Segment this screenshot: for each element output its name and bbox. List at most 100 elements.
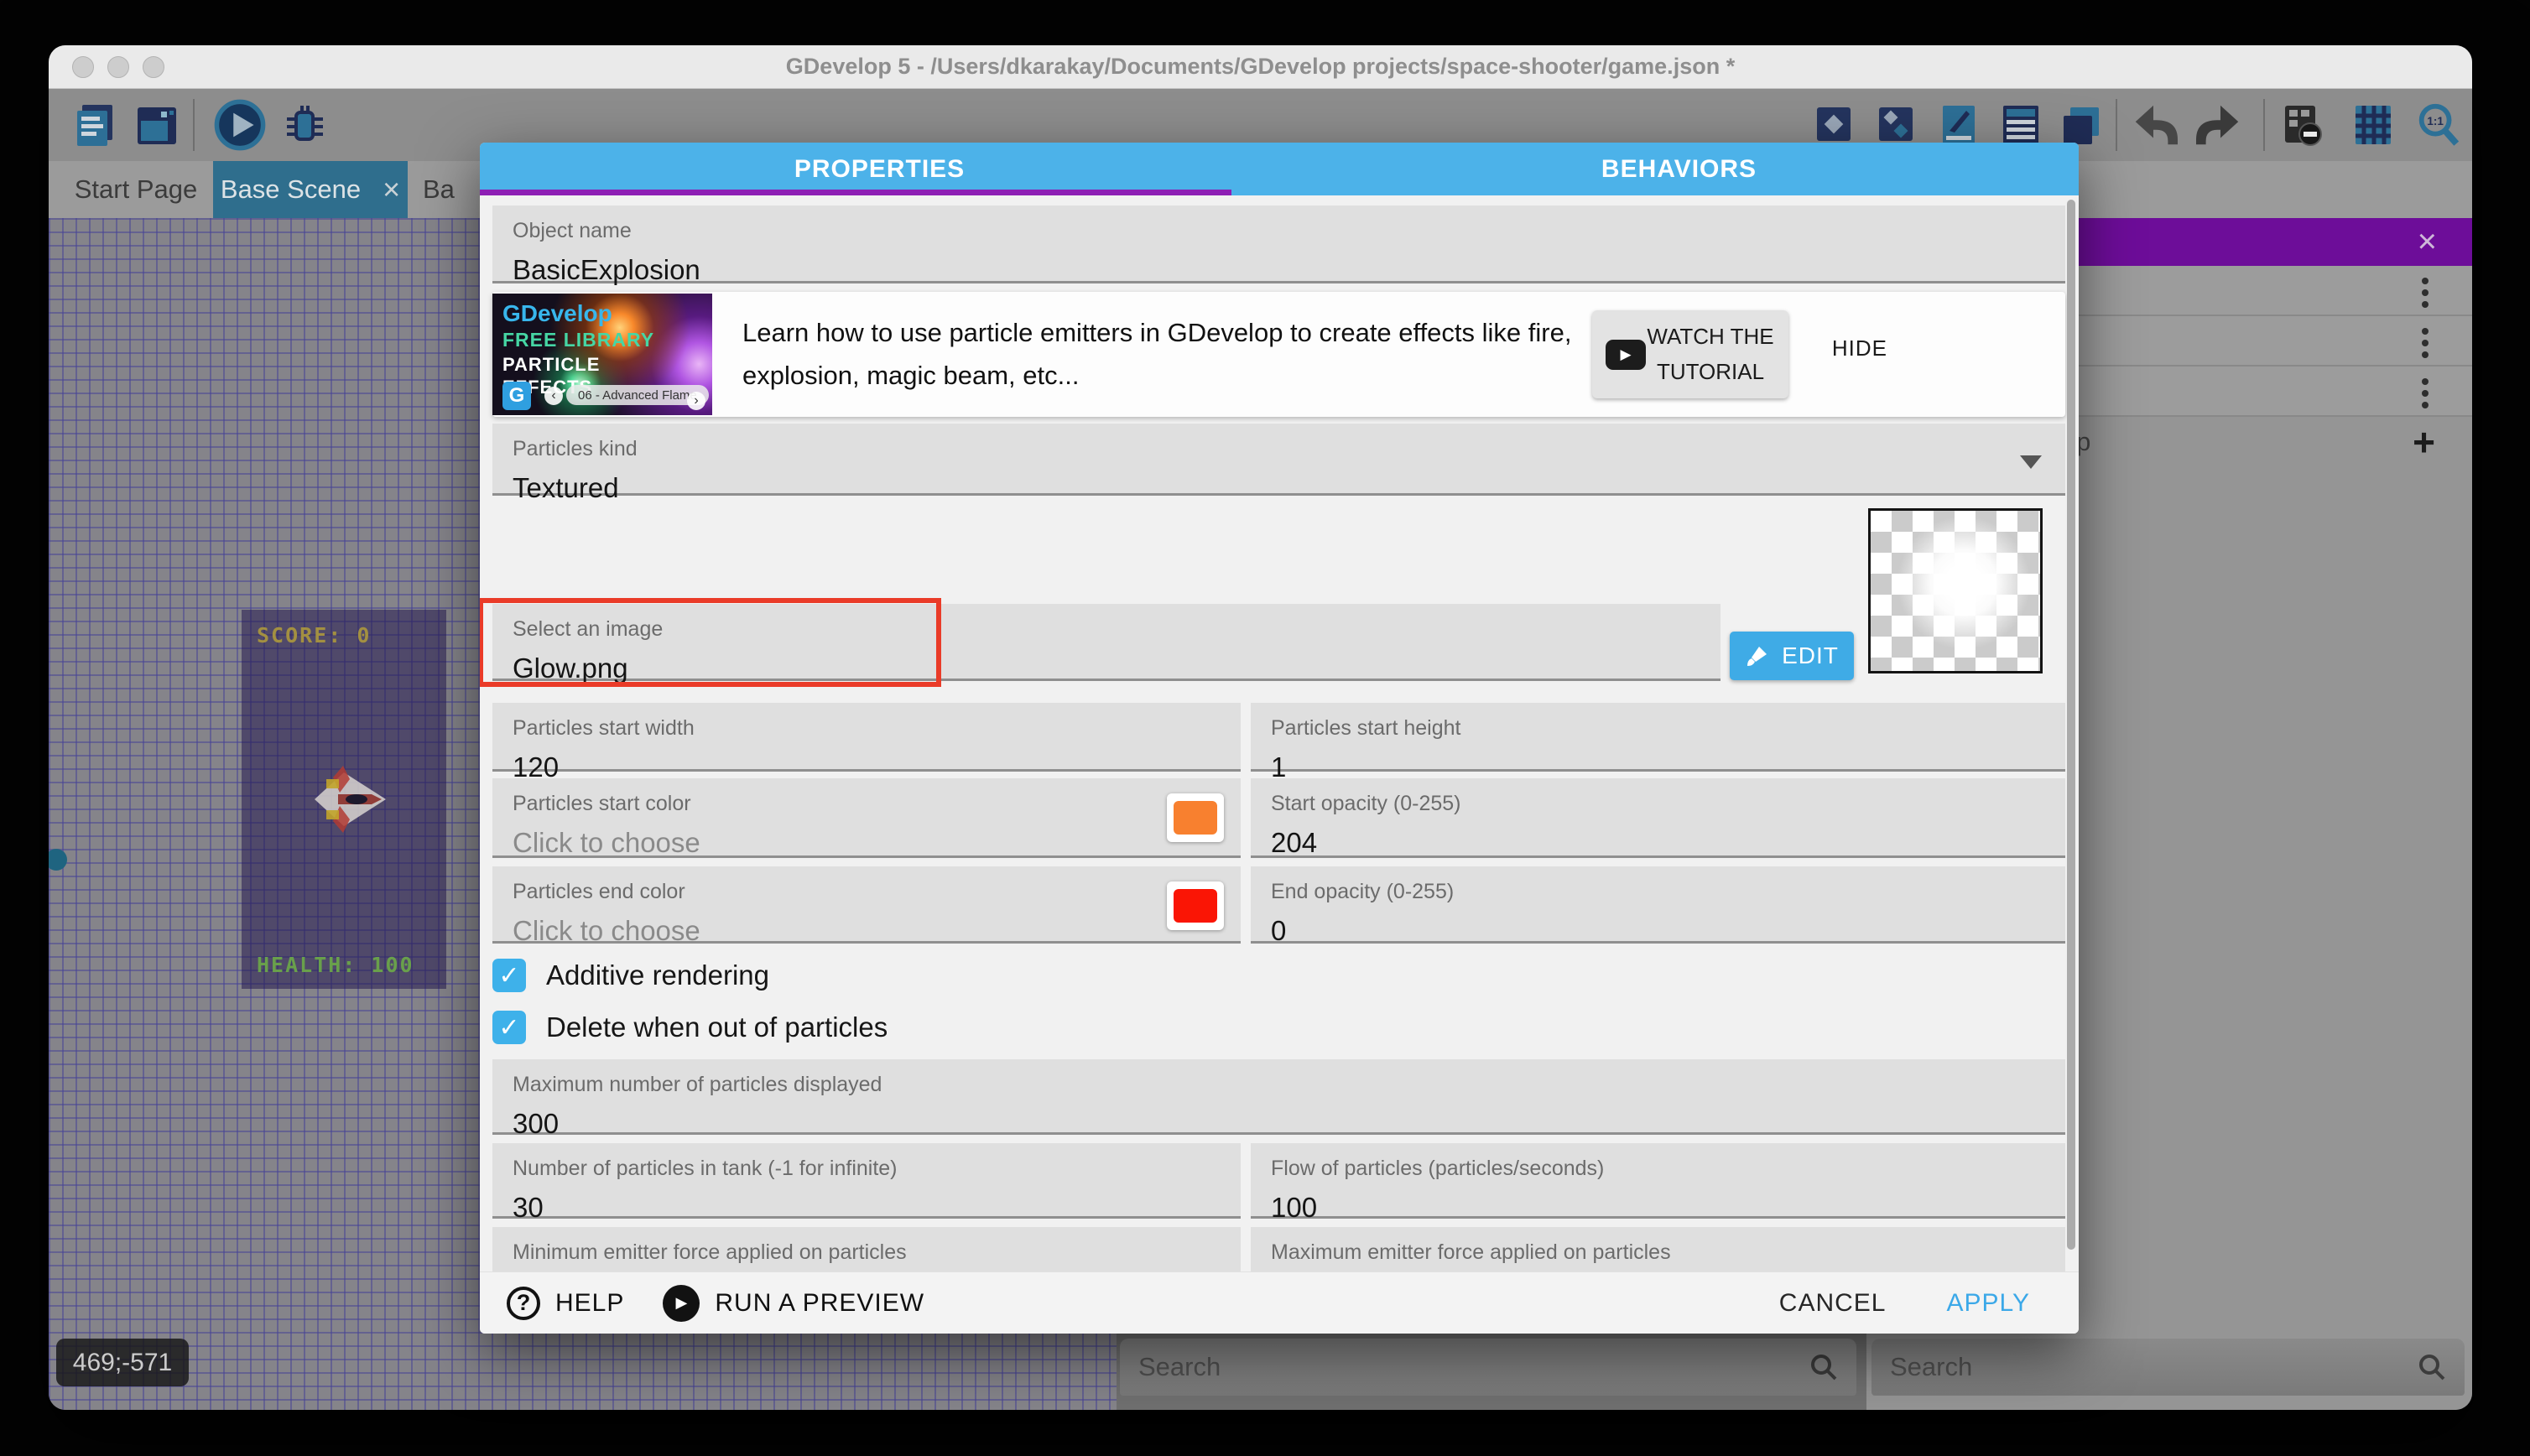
close-tab-icon[interactable]: ×: [383, 174, 400, 205]
hide-banner-button[interactable]: HIDE: [1832, 335, 1887, 361]
run-preview-footer-button[interactable]: ▶ RUN A PREVIEW: [663, 1285, 924, 1322]
next-icon: ›: [687, 392, 705, 410]
search-icon: [2418, 1353, 2446, 1381]
tank-field[interactable]: Number of particles in tank (-1 for infi…: [492, 1143, 1241, 1219]
start-color-label: Particles start color: [513, 792, 1221, 816]
object-options-icon[interactable]: [2422, 378, 2428, 408]
particles-kind-select[interactable]: Particles kind Textured: [492, 424, 2065, 496]
panel-drag-handle[interactable]: [49, 849, 67, 871]
flow-field[interactable]: Flow of particles (particles/seconds) 10…: [1251, 1143, 2065, 1219]
max-particles-label: Maximum number of particles displayed: [513, 1073, 2045, 1097]
start-width-label: Particles start width: [513, 716, 1221, 741]
redo-icon: [2196, 100, 2245, 150]
additive-rendering-checkbox[interactable]: ✓: [492, 959, 526, 992]
flow-label: Flow of particles (particles/seconds): [1271, 1157, 2045, 1181]
dialog-footer: ? HELP ▶ RUN A PREVIEW CANCEL APPLY: [480, 1271, 2079, 1334]
max-force-field[interactable]: Maximum emitter force applied on particl…: [1251, 1227, 2065, 1271]
open-scene-button[interactable]: [133, 101, 181, 149]
start-height-field[interactable]: Particles start height 1: [1251, 703, 2065, 772]
zoom-1-1-icon: 1:1: [2414, 100, 2463, 150]
object-properties-dialog: PROPERTIES BEHAVIORS Object name BasicEx…: [480, 143, 2079, 1334]
dialog-scrollbar[interactable]: [2067, 200, 2075, 1250]
player-ship-sprite[interactable]: [302, 757, 394, 841]
start-color-swatch-button[interactable]: [1167, 793, 1224, 842]
brush-icon: [1745, 643, 1770, 668]
toggle-grid-button[interactable]: [2349, 101, 2397, 149]
additive-rendering-label: Additive rendering: [546, 959, 769, 991]
annotation-highlight-rectangle: [480, 598, 941, 687]
object-options-icon[interactable]: [2422, 278, 2428, 308]
end-color-label: Particles end color: [513, 880, 1221, 904]
check-icon: ✓: [498, 961, 519, 991]
tab-base-scene[interactable]: Base Scene ×: [213, 161, 408, 218]
tutorial-video-thumbnail[interactable]: GDevelop FREE LIBRARY PARTICLE EFFECTS G…: [492, 294, 712, 415]
start-opacity-value: 204: [1271, 827, 2045, 859]
redo-button[interactable]: [2196, 101, 2245, 149]
help-button[interactable]: ? HELP: [507, 1287, 624, 1320]
tutorial-text: Learn how to use particle emitters in GD…: [742, 312, 1648, 396]
max-particles-field[interactable]: Maximum number of particles displayed 30…: [492, 1059, 2065, 1135]
dropdown-caret-icon: [2020, 455, 2042, 469]
debug-bug-icon: [280, 101, 329, 149]
start-color-field[interactable]: Particles start color Click to choose: [492, 778, 1241, 858]
dialog-content: Object name BasicExplosion GDevelop FREE…: [480, 195, 2079, 1271]
zoom-original-button[interactable]: 1:1: [2414, 101, 2463, 149]
objects-search-bar: [1871, 1339, 2465, 1396]
cursor-coordinates-badge: 469;-571: [56, 1339, 189, 1386]
delete-when-out-checkbox[interactable]: ✓: [492, 1011, 526, 1044]
zoom-window-button[interactable]: [143, 56, 164, 78]
tab-start-page[interactable]: Start Page: [65, 161, 207, 218]
thumb-line3: PARTICLE: [502, 354, 600, 376]
toolbar-divider: [2263, 99, 2265, 151]
end-color-field[interactable]: Particles end color Click to choose: [492, 866, 1241, 944]
close-window-button[interactable]: [72, 56, 94, 78]
tab-properties[interactable]: PROPERTIES: [480, 143, 1279, 195]
events-search-input[interactable]: [1138, 1352, 1809, 1382]
tab-properties-label: PROPERTIES: [794, 155, 965, 184]
tab-behaviors[interactable]: BEHAVIORS: [1279, 143, 2079, 195]
flow-value: 100: [1271, 1192, 2045, 1224]
end-color-swatch: [1174, 889, 1217, 923]
min-force-label: Minimum emitter force applied on particl…: [513, 1240, 1221, 1265]
thumb-title: GDevelop: [502, 300, 612, 327]
debug-button[interactable]: [280, 101, 329, 149]
run-preview-label: RUN A PREVIEW: [715, 1289, 924, 1318]
cancel-button[interactable]: CANCEL: [1779, 1289, 1887, 1318]
project-manager-button[interactable]: [72, 101, 121, 149]
thumb-subtitle: FREE LIBRARY: [502, 329, 654, 351]
object-options-icon[interactable]: [2422, 328, 2428, 358]
minimize-window-button[interactable]: [107, 56, 129, 78]
watch-tutorial-label: WATCH THE TUTORIAL: [1646, 320, 1775, 389]
delete-when-out-label: Delete when out of particles: [546, 1011, 888, 1043]
run-preview-button[interactable]: [213, 101, 267, 149]
particles-kind-label: Particles kind: [513, 437, 2045, 461]
watch-tutorial-button[interactable]: ▶ WATCH THE TUTORIAL: [1592, 310, 1788, 398]
zoom-ratio-label: 1:1: [2427, 115, 2444, 127]
traffic-lights: [72, 45, 164, 89]
undo-button[interactable]: [2129, 101, 2178, 149]
particle-texture-preview: [1868, 508, 2043, 673]
check-icon: ✓: [498, 1013, 519, 1043]
play-icon: ▶: [663, 1285, 700, 1322]
min-force-field[interactable]: Minimum emitter force applied on particl…: [492, 1227, 1241, 1271]
start-opacity-field[interactable]: Start opacity (0-255) 204: [1251, 778, 2065, 858]
close-panel-icon[interactable]: ×: [2418, 223, 2437, 261]
undo-icon: [2129, 100, 2178, 150]
end-color-swatch-button[interactable]: [1167, 881, 1224, 930]
particles-kind-value: Textured: [513, 472, 2045, 504]
delete-when-out-row: ✓ Delete when out of particles: [492, 1006, 888, 1048]
end-opacity-field[interactable]: End opacity (0-255) 0: [1251, 866, 2065, 944]
add-group-icon[interactable]: +: [2413, 423, 2435, 461]
youtube-play-icon: ▶: [1606, 340, 1646, 370]
objects-search-input[interactable]: [1890, 1352, 2418, 1382]
object-name-field[interactable]: Object name BasicExplosion: [492, 205, 2065, 283]
events-search-bar: [1120, 1339, 1856, 1396]
edit-image-button[interactable]: EDIT: [1730, 632, 1854, 680]
max-force-label: Maximum emitter force applied on particl…: [1271, 1240, 2045, 1265]
toggle-mask-button[interactable]: [2278, 101, 2327, 149]
start-width-field[interactable]: Particles start width 120: [492, 703, 1241, 772]
apply-button[interactable]: APPLY: [1947, 1289, 2031, 1318]
tab-label: Start Page: [75, 174, 197, 205]
active-tab-indicator: [480, 190, 1231, 195]
end-opacity-value: 0: [1271, 915, 2045, 947]
